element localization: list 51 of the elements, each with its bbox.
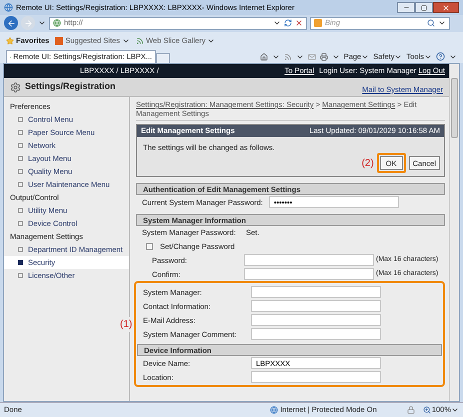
bing-icon (314, 19, 322, 27)
search-icon[interactable] (427, 19, 435, 27)
bullet-icon (18, 221, 23, 226)
bullet-icon (18, 273, 23, 278)
home-icon[interactable] (260, 52, 268, 60)
caret-icon[interactable] (451, 406, 459, 414)
gear-icon (10, 82, 21, 92)
bullet-icon (18, 208, 23, 213)
help-icon[interactable] (436, 52, 445, 61)
caret-icon[interactable] (438, 19, 446, 27)
zoom-icon (422, 406, 431, 414)
checkbox[interactable] (146, 242, 153, 250)
input-field[interactable] (251, 286, 381, 298)
arrow-left-icon (6, 18, 16, 28)
web-slice-icon (136, 36, 144, 44)
input-field[interactable] (244, 268, 374, 280)
bullet-icon (18, 247, 23, 252)
print-icon[interactable] (320, 52, 328, 60)
bullet-icon (18, 117, 23, 122)
maximize-icon (421, 4, 427, 10)
callout-label: (2) (362, 156, 374, 171)
input-field[interactable] (251, 371, 381, 384)
input-field[interactable] (251, 328, 381, 340)
close-icon (442, 4, 450, 12)
lock-icon (406, 406, 415, 414)
refresh-icon[interactable] (284, 19, 292, 27)
callout-label: (1) (120, 317, 132, 332)
star-icon (6, 36, 14, 44)
caret-icon[interactable] (38, 19, 46, 27)
stop-icon[interactable] (295, 19, 303, 27)
suggested-sites-icon (55, 36, 64, 44)
close-button[interactable] (433, 2, 459, 13)
bullet-icon (18, 143, 23, 148)
feeds-icon[interactable] (284, 52, 292, 60)
bullet-icon (18, 260, 23, 265)
browser-icon (4, 3, 13, 12)
scrollbar[interactable] (449, 64, 459, 401)
input-field[interactable] (251, 314, 381, 326)
bullet-icon (18, 156, 23, 161)
bullet-icon (18, 130, 23, 135)
caret-icon[interactable] (273, 19, 281, 27)
input-field[interactable] (251, 300, 381, 312)
bullet-icon (18, 169, 23, 174)
globe-icon (270, 406, 278, 414)
back-button[interactable] (4, 16, 18, 30)
bullet-icon (18, 182, 23, 187)
maximize-button[interactable] (415, 2, 433, 13)
input-field[interactable] (244, 254, 374, 266)
page-title: Settings/Registration (25, 80, 117, 94)
arrow-right-icon (24, 18, 32, 28)
minimize-icon (402, 4, 410, 11)
